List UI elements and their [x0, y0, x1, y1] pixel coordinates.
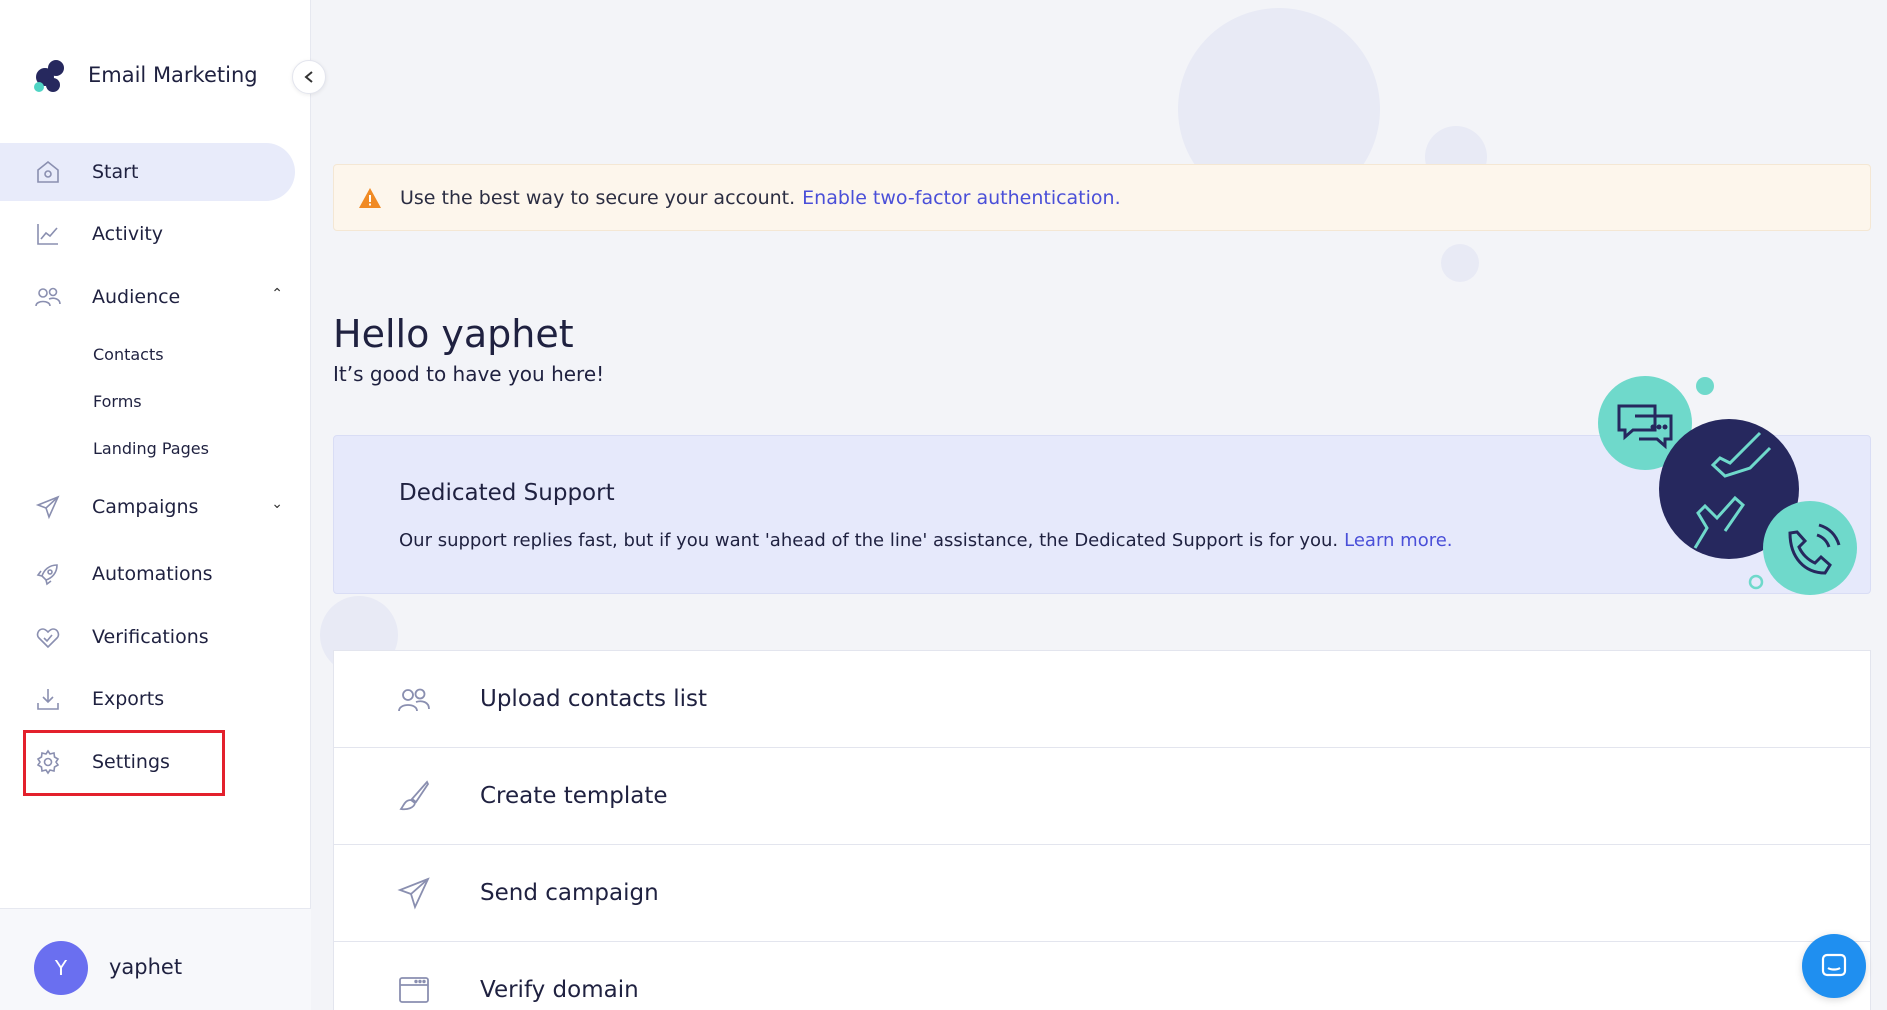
sidebar-item-label: Audience	[92, 286, 181, 308]
support-description: Our support replies fast, but if you wan…	[399, 530, 1339, 551]
heart-check-icon	[34, 623, 62, 651]
sidebar-item-campaigns[interactable]: Campaigns ⌄	[0, 478, 295, 536]
collapse-sidebar-button[interactable]	[292, 60, 326, 94]
decor-dot	[1696, 377, 1714, 395]
sidebar-item-label: Activity	[92, 223, 164, 245]
chart-icon	[34, 220, 62, 248]
browser-icon	[396, 972, 432, 1008]
chevron-up-icon[interactable]: ⌃	[271, 286, 283, 302]
sidebar-subitem-forms[interactable]: Forms	[93, 392, 142, 411]
page-title: Hello yaphet	[333, 312, 574, 356]
paper-plane-icon	[396, 875, 432, 911]
sidebar-item-automations[interactable]: Automations	[0, 545, 295, 603]
security-alert: Use the best way to secure your account.…	[333, 164, 1871, 231]
sidebar-item-label: Verifications	[92, 626, 209, 648]
sidebar-item-label: Start	[92, 161, 139, 183]
support-text: Our support replies fast, but if you wan…	[399, 530, 1453, 551]
sidebar-item-start[interactable]: Start	[0, 143, 295, 201]
home-icon	[34, 158, 62, 186]
task-send-campaign[interactable]: Send campaign	[333, 844, 1871, 942]
bg-decor-circle	[1441, 244, 1479, 282]
task-upload-contacts[interactable]: Upload contacts list	[333, 650, 1871, 748]
task-create-template[interactable]: Create template	[333, 747, 1871, 845]
paper-plane-icon	[34, 493, 62, 521]
sidebar-item-exports[interactable]: Exports	[0, 670, 295, 728]
sidebar: Email Marketing Start Activity Audience …	[0, 0, 311, 1010]
avatar[interactable]: Y	[34, 941, 88, 995]
support-title: Dedicated Support	[399, 480, 615, 506]
learn-more-link[interactable]: Learn more.	[1344, 530, 1452, 551]
sidebar-item-label: Campaigns	[92, 496, 199, 518]
brand[interactable]: Email Marketing	[32, 56, 258, 94]
sidebar-item-activity[interactable]: Activity	[0, 205, 295, 263]
support-illustration	[1598, 376, 1857, 595]
user-name: yaphet	[109, 955, 183, 979]
phone-circle	[1763, 501, 1857, 595]
enable-2fa-link[interactable]: Enable two-factor authentication.	[802, 187, 1120, 209]
sidebar-item-label: Automations	[92, 563, 213, 585]
task-label: Create template	[480, 783, 668, 809]
brand-logo-icon	[32, 56, 70, 94]
sidebar-item-audience[interactable]: Audience ⌃	[0, 268, 295, 326]
chat-icon	[1821, 953, 1847, 977]
decor-ring	[1748, 574, 1764, 590]
alert-text: Use the best way to secure your account.	[400, 186, 796, 209]
rocket-icon	[34, 560, 62, 588]
chevron-down-icon[interactable]: ⌄	[271, 496, 283, 512]
task-label: Verify domain	[480, 977, 639, 1003]
users-icon	[396, 681, 432, 717]
user-menu[interactable]: Y yaphet	[0, 908, 311, 1010]
download-icon	[34, 685, 62, 713]
warning-icon	[359, 187, 381, 208]
settings-highlight-box	[23, 730, 225, 796]
sidebar-item-verifications[interactable]: Verifications	[0, 608, 295, 666]
task-label: Upload contacts list	[480, 686, 708, 712]
brand-title: Email Marketing	[88, 63, 258, 87]
chat-widget-button[interactable]	[1802, 934, 1866, 998]
task-label: Send campaign	[480, 880, 659, 906]
users-icon	[34, 283, 62, 311]
brush-icon	[396, 778, 432, 814]
sidebar-subitem-landing-pages[interactable]: Landing Pages	[93, 439, 209, 458]
task-verify-domain[interactable]: Verify domain	[333, 941, 1871, 1010]
sidebar-item-label: Exports	[92, 688, 165, 710]
sidebar-subitem-contacts[interactable]: Contacts	[93, 345, 164, 364]
page-subtitle: It’s good to have you here!	[333, 362, 605, 386]
